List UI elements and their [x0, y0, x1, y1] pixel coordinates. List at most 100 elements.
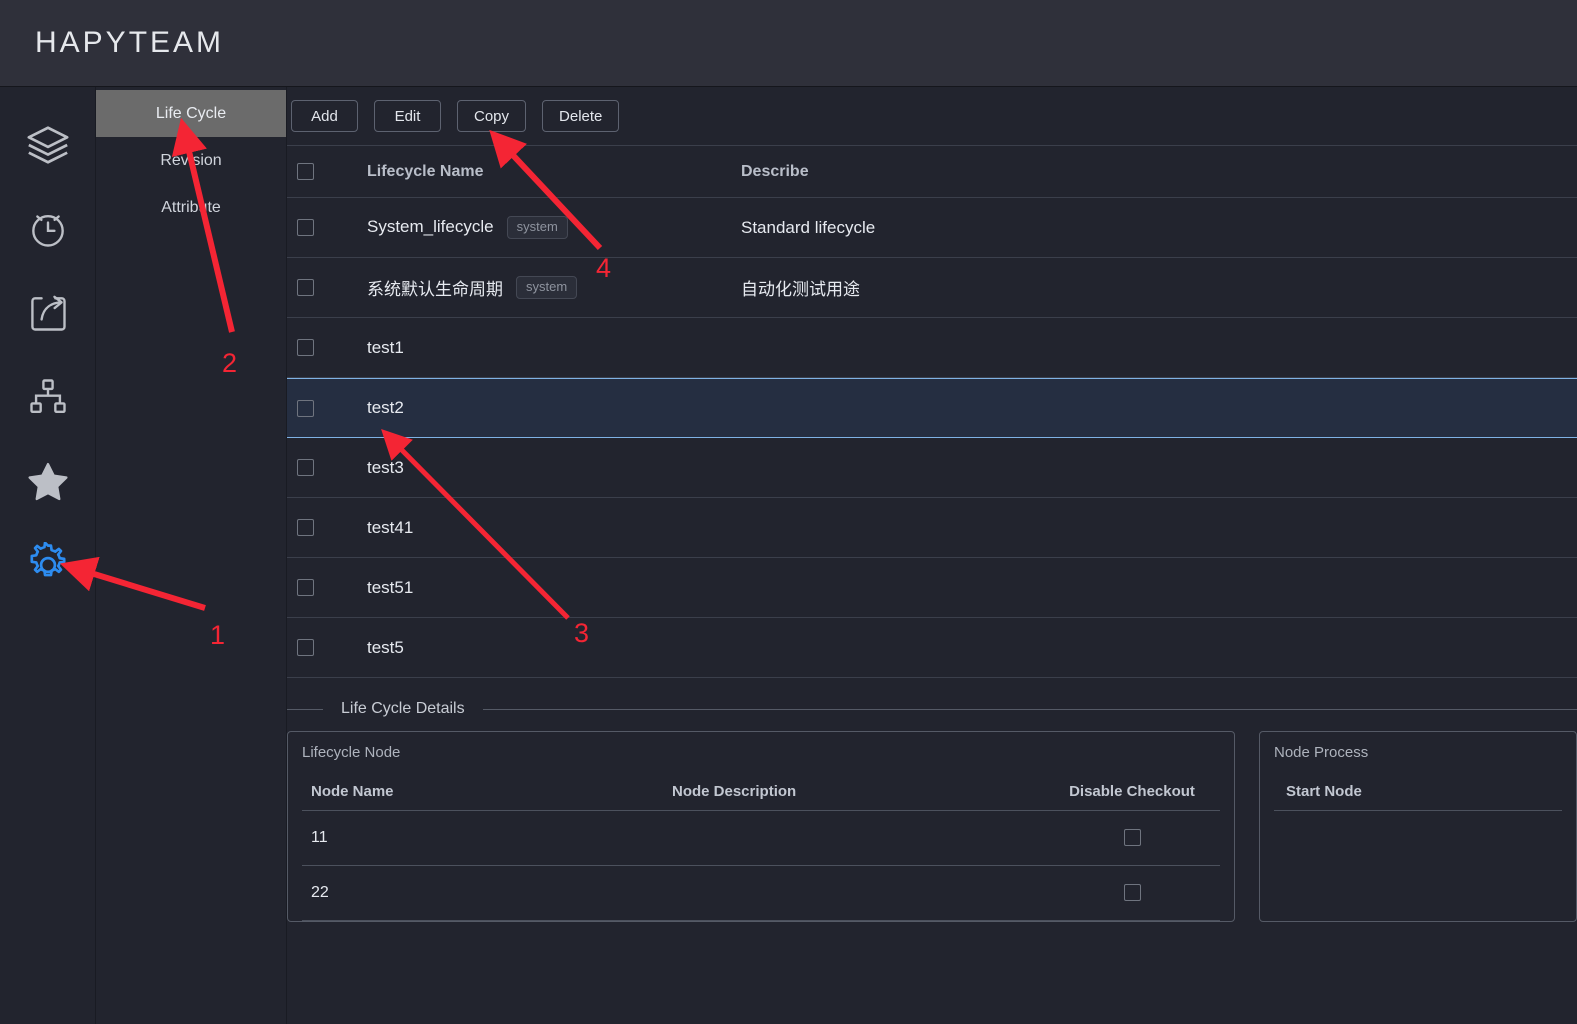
column-header-node-description: Node Description — [672, 783, 797, 800]
details-panels: Lifecycle Node Node Name Node Descriptio… — [287, 731, 1577, 922]
lifecycle-name-text: test2 — [367, 398, 404, 417]
sub-nav: Life Cycle Revision Attribute — [96, 87, 287, 1024]
sitemap-icon — [26, 375, 70, 419]
lifecycle-name-text: test5 — [367, 637, 404, 657]
cell-lifecycle-name: test5 — [367, 638, 741, 658]
rail-item-share[interactable] — [0, 271, 96, 355]
disable-checkout-checkbox[interactable] — [1123, 829, 1141, 847]
cell-lifecycle-name: test41 — [367, 518, 741, 538]
table-row[interactable]: test51 — [287, 558, 1577, 618]
delete-button[interactable]: Delete — [542, 100, 620, 132]
cell-lifecycle-name: test3 — [367, 458, 741, 478]
details-legend-label: Life Cycle Details — [341, 700, 465, 717]
main-content: Add Edit Copy Delete Lifecycle Name Desc… — [287, 87, 1577, 1024]
sidebar-item-label: Attribute — [161, 198, 221, 216]
row-checkbox[interactable] — [297, 459, 314, 476]
lifecycle-node-title: Lifecycle Node — [302, 744, 401, 761]
cell-lifecycle-name: test51 — [367, 578, 741, 598]
status-badge: system — [516, 276, 578, 299]
table-row[interactable]: System_lifecycle system Standard lifecyc… — [287, 198, 1577, 258]
node-process-panel: Node Process Start Node — [1259, 731, 1577, 922]
rail-item-layers[interactable] — [0, 103, 96, 187]
cell-lifecycle-name: test2 — [367, 398, 741, 418]
cell-disable-checkout — [1044, 884, 1220, 902]
row-select-cell — [291, 219, 367, 236]
table-row[interactable]: test5 — [287, 618, 1577, 678]
sidebar-item-revision[interactable]: Revision — [96, 137, 286, 184]
rail-item-clock[interactable] — [0, 187, 96, 271]
select-all-checkbox[interactable] — [297, 163, 314, 180]
lifecycle-name-text: 系统默认生命周期 — [367, 280, 503, 299]
cell-disable-checkout — [1044, 829, 1220, 847]
node-table-row[interactable]: 22 — [302, 866, 1220, 921]
cell-lifecycle-name: System_lifecycle system — [367, 216, 741, 239]
node-table-row[interactable]: 11 — [302, 811, 1220, 866]
sidebar-item-attribute[interactable]: Attribute — [96, 184, 286, 231]
star-icon — [25, 458, 71, 504]
status-badge: system — [506, 216, 568, 239]
app-header: HAPYTEAM — [0, 0, 1577, 87]
cell-node-name: 22 — [311, 884, 329, 901]
edit-button[interactable]: Edit — [374, 100, 441, 132]
cell-describe: Standard lifecycle — [741, 217, 876, 237]
column-header-describe: Describe — [741, 162, 809, 180]
sidebar-item-label: Revision — [160, 151, 222, 169]
table-header-row: Lifecycle Name Describe — [287, 146, 1577, 198]
row-checkbox[interactable] — [297, 219, 314, 236]
row-select-cell — [291, 579, 367, 596]
table-row-selected[interactable]: test2 — [287, 378, 1577, 438]
cell-lifecycle-name: 系统默认生命周期 system — [367, 275, 741, 300]
cell-lifecycle-name: test1 — [367, 338, 741, 358]
gear-icon — [25, 542, 71, 588]
column-header-disable-checkout: Disable Checkout — [1069, 783, 1195, 800]
row-checkbox[interactable] — [297, 279, 314, 296]
app-root: HAPYTEAM Life Cycle Revision Attribute A… — [0, 0, 1577, 1024]
cell-node-name: 11 — [311, 829, 328, 846]
select-all-cell — [291, 163, 367, 180]
cell-describe: 自动化测试用途 — [741, 280, 860, 299]
row-select-cell — [291, 339, 367, 356]
row-select-cell — [291, 639, 367, 656]
row-select-cell — [291, 459, 367, 476]
column-header-start-node: Start Node — [1274, 773, 1562, 811]
sidebar-item-life-cycle[interactable]: Life Cycle — [96, 90, 286, 137]
table-row[interactable]: test1 — [287, 318, 1577, 378]
body-wrapper: Life Cycle Revision Attribute Add Edit C… — [0, 87, 1577, 1024]
row-checkbox[interactable] — [297, 339, 314, 356]
row-checkbox[interactable] — [297, 639, 314, 656]
layers-icon — [25, 122, 71, 168]
column-header-node-name: Node Name — [311, 783, 394, 800]
copy-button[interactable]: Copy — [457, 100, 527, 132]
row-select-cell — [291, 519, 367, 536]
rail-item-settings[interactable] — [0, 523, 96, 607]
rail-item-sitemap[interactable] — [0, 355, 96, 439]
table-row[interactable]: test41 — [287, 498, 1577, 558]
column-header-lifecycle-name: Lifecycle Name — [367, 162, 484, 180]
life-cycle-details-section: Life Cycle Details Lifecycle Node Node N… — [287, 698, 1577, 922]
row-checkbox[interactable] — [297, 399, 314, 417]
legend-dash-left — [287, 708, 323, 710]
table-row[interactable]: test3 — [287, 438, 1577, 498]
toolbar: Add Edit Copy Delete — [287, 87, 1577, 145]
add-button[interactable]: Add — [291, 100, 358, 132]
rail-item-star[interactable] — [0, 439, 96, 523]
lifecycle-node-panel: Lifecycle Node Node Name Node Descriptio… — [287, 731, 1235, 922]
row-select-cell — [291, 399, 367, 417]
app-brand: HAPYTEAM — [35, 26, 225, 59]
lifecycle-name-text: test41 — [367, 517, 414, 537]
share-icon — [26, 291, 70, 335]
details-legend: Life Cycle Details — [287, 698, 1577, 720]
sidebar-item-label: Life Cycle — [155, 104, 227, 122]
row-checkbox[interactable] — [297, 519, 314, 536]
node-table-header: Node Name Node Description Disable Check… — [302, 773, 1220, 811]
lifecycle-table: Lifecycle Name Describe System_lifecycle… — [287, 145, 1577, 678]
disable-checkout-checkbox[interactable] — [1123, 884, 1141, 902]
legend-line-right — [482, 708, 1577, 710]
clock-icon — [26, 207, 70, 251]
table-row[interactable]: 系统默认生命周期 system 自动化测试用途 — [287, 258, 1577, 318]
row-select-cell — [291, 279, 367, 296]
lifecycle-name-text: test3 — [367, 457, 404, 477]
row-checkbox[interactable] — [297, 579, 314, 596]
lifecycle-name-text: System_lifecycle — [367, 217, 494, 237]
node-process-title: Node Process — [1274, 744, 1369, 761]
